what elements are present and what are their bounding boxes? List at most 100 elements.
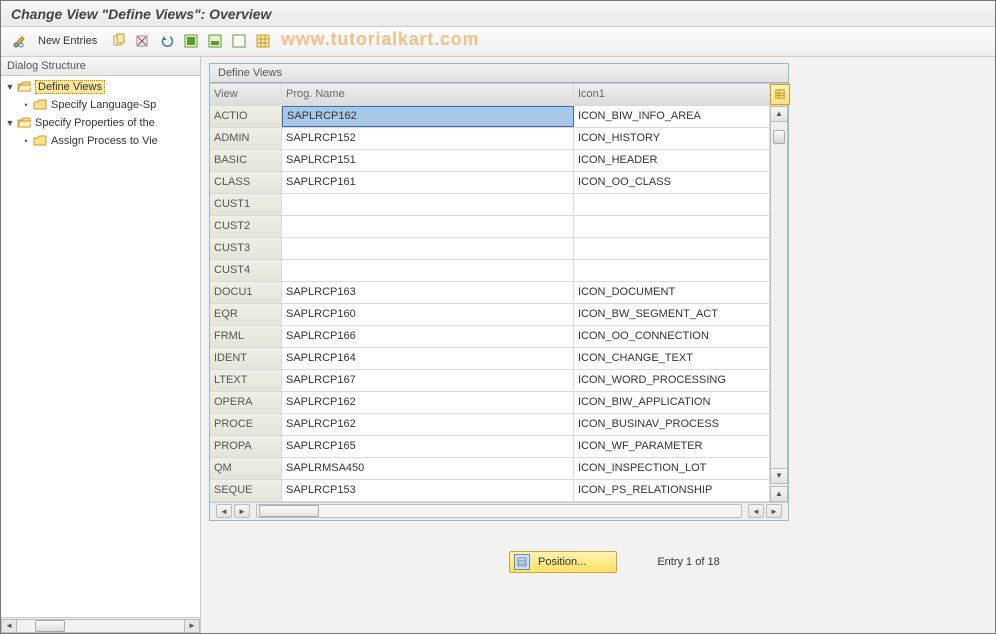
table-row[interactable]: CUST3 bbox=[210, 238, 770, 260]
cell-view[interactable]: OPERA bbox=[210, 392, 282, 413]
cell-prog-name[interactable]: SAPLRCP161 bbox=[282, 172, 574, 193]
cell-prog-name[interactable]: SAPLRCP162 bbox=[282, 106, 574, 127]
cell-icon1[interactable]: ICON_BIW_APPLICATION bbox=[574, 392, 770, 413]
table-row[interactable]: OPERASAPLRCP162ICON_BIW_APPLICATION bbox=[210, 392, 770, 414]
cell-prog-name[interactable]: SAPLRCP153 bbox=[282, 480, 574, 501]
position-button[interactable]: Position... bbox=[509, 551, 617, 573]
cell-prog-name[interactable]: SAPLRMSA450 bbox=[282, 458, 574, 479]
cell-view[interactable]: QM bbox=[210, 458, 282, 479]
cell-view[interactable]: FRML bbox=[210, 326, 282, 347]
table-row[interactable]: IDENTSAPLRCP164ICON_CHANGE_TEXT bbox=[210, 348, 770, 370]
caret-down-icon[interactable]: ▼ bbox=[5, 82, 15, 92]
cell-view[interactable]: ADMIN bbox=[210, 128, 282, 149]
select-block-button[interactable] bbox=[206, 32, 224, 50]
hs-track[interactable] bbox=[256, 504, 742, 518]
table-row[interactable]: CUST2 bbox=[210, 216, 770, 238]
scroll-right-button[interactable]: ► bbox=[184, 619, 200, 633]
tree-node[interactable]: ▼Specify Properties of the bbox=[1, 114, 200, 132]
cell-prog-name[interactable] bbox=[282, 260, 574, 281]
cell-icon1[interactable]: ICON_WF_PARAMETER bbox=[574, 436, 770, 457]
table-row[interactable]: CLASSSAPLRCP161ICON_OO_CLASS bbox=[210, 172, 770, 194]
table-row[interactable]: EQRSAPLRCP160ICON_BW_SEGMENT_ACT bbox=[210, 304, 770, 326]
cell-view[interactable]: PROPA bbox=[210, 436, 282, 457]
cell-icon1[interactable]: ICON_WORD_PROCESSING bbox=[574, 370, 770, 391]
column-header-prog-name[interactable]: Prog. Name bbox=[282, 84, 574, 105]
cell-icon1[interactable] bbox=[574, 216, 770, 237]
scroll-thumb[interactable] bbox=[35, 620, 65, 632]
cell-prog-name[interactable]: SAPLRCP163 bbox=[282, 282, 574, 303]
cell-view[interactable]: EQR bbox=[210, 304, 282, 325]
scroll-up-button[interactable]: ▲ bbox=[770, 106, 788, 122]
cell-view[interactable]: CUST2 bbox=[210, 216, 282, 237]
cell-view[interactable]: CLASS bbox=[210, 172, 282, 193]
select-all-button[interactable] bbox=[182, 32, 200, 50]
cell-view[interactable]: IDENT bbox=[210, 348, 282, 369]
cell-icon1[interactable]: ICON_OO_CONNECTION bbox=[574, 326, 770, 347]
cell-prog-name[interactable]: SAPLRCP162 bbox=[282, 392, 574, 413]
tree-node[interactable]: •Specify Language-Sp bbox=[1, 96, 200, 114]
table-row[interactable]: LTEXTSAPLRCP167ICON_WORD_PROCESSING bbox=[210, 370, 770, 392]
tree-node[interactable]: ▼Define Views bbox=[1, 78, 200, 96]
table-row[interactable]: PROPASAPLRCP165ICON_WF_PARAMETER bbox=[210, 436, 770, 458]
table-row[interactable]: ACTIOSAPLRCP162ICON_BIW_INFO_AREA bbox=[210, 106, 770, 128]
table-configure-button[interactable] bbox=[770, 84, 790, 105]
table-row[interactable]: DOCU1SAPLRCP163ICON_DOCUMENT bbox=[210, 282, 770, 304]
cell-icon1[interactable]: ICON_BIW_INFO_AREA bbox=[574, 106, 770, 127]
cell-icon1[interactable] bbox=[574, 238, 770, 259]
grid-horizontal-scrollbar[interactable]: ◄ ► ◄ ► bbox=[210, 502, 788, 520]
cell-view[interactable]: LTEXT bbox=[210, 370, 282, 391]
scroll-left-button[interactable]: ◄ bbox=[1, 619, 17, 633]
tree-node[interactable]: •Assign Process to Vie bbox=[1, 132, 200, 150]
column-header-view[interactable]: View bbox=[210, 84, 282, 105]
sidebar-horizontal-scrollbar[interactable]: ◄ ► bbox=[1, 617, 200, 633]
cell-prog-name[interactable] bbox=[282, 194, 574, 215]
undo-button[interactable] bbox=[158, 32, 176, 50]
cell-icon1[interactable]: ICON_INSPECTION_LOT bbox=[574, 458, 770, 479]
cell-prog-name[interactable]: SAPLRCP160 bbox=[282, 304, 574, 325]
cell-view[interactable]: DOCU1 bbox=[210, 282, 282, 303]
delete-button[interactable] bbox=[134, 32, 152, 50]
cell-icon1[interactable]: ICON_CHANGE_TEXT bbox=[574, 348, 770, 369]
caret-down-icon[interactable]: ▼ bbox=[5, 118, 15, 128]
bullet-icon[interactable]: • bbox=[21, 100, 31, 110]
table-row[interactable]: ADMINSAPLRCP152ICON_HISTORY bbox=[210, 128, 770, 150]
cell-icon1[interactable] bbox=[574, 260, 770, 281]
hs-first-button[interactable]: ◄ bbox=[216, 504, 232, 518]
table-row[interactable]: SEQUESAPLRCP153ICON_PS_RELATIONSHIP bbox=[210, 480, 770, 502]
cell-prog-name[interactable]: SAPLRCP164 bbox=[282, 348, 574, 369]
table-row[interactable]: FRMLSAPLRCP166ICON_OO_CONNECTION bbox=[210, 326, 770, 348]
vscroll-track[interactable] bbox=[770, 122, 788, 468]
cell-prog-name[interactable]: SAPLRCP165 bbox=[282, 436, 574, 457]
cell-view[interactable]: PROCE bbox=[210, 414, 282, 435]
cell-prog-name[interactable]: SAPLRCP167 bbox=[282, 370, 574, 391]
toggle-display-change-button[interactable] bbox=[11, 32, 29, 50]
copy-as-button[interactable] bbox=[110, 32, 128, 50]
cell-prog-name[interactable]: SAPLRCP151 bbox=[282, 150, 574, 171]
cell-prog-name[interactable] bbox=[282, 238, 574, 259]
scroll-track[interactable] bbox=[17, 619, 184, 633]
cell-prog-name[interactable]: SAPLRCP152 bbox=[282, 128, 574, 149]
vscroll-thumb[interactable] bbox=[773, 130, 785, 144]
column-header-icon1[interactable]: Icon1 bbox=[574, 84, 770, 105]
cell-icon1[interactable]: ICON_PS_RELATIONSHIP bbox=[574, 480, 770, 501]
table-row[interactable]: BASICSAPLRCP151ICON_HEADER bbox=[210, 150, 770, 172]
cell-icon1[interactable]: ICON_HEADER bbox=[574, 150, 770, 171]
table-row[interactable]: PROCESAPLRCP162ICON_BUSINAV_PROCESS bbox=[210, 414, 770, 436]
dialog-structure-tree[interactable]: ▼Define Views•Specify Language-Sp▼Specif… bbox=[1, 76, 200, 617]
cell-view[interactable]: CUST3 bbox=[210, 238, 282, 259]
cell-prog-name[interactable] bbox=[282, 216, 574, 237]
cell-icon1[interactable]: ICON_HISTORY bbox=[574, 128, 770, 149]
cell-prog-name[interactable]: SAPLRCP166 bbox=[282, 326, 574, 347]
cell-view[interactable]: CUST1 bbox=[210, 194, 282, 215]
cell-icon1[interactable]: ICON_OO_CLASS bbox=[574, 172, 770, 193]
table-row[interactable]: CUST1 bbox=[210, 194, 770, 216]
scroll-up-alt-button[interactable]: ▲ bbox=[770, 486, 788, 502]
print-button[interactable] bbox=[254, 32, 272, 50]
grid-vertical-scrollbar[interactable]: ▲ ▼ ▲ bbox=[770, 106, 788, 502]
new-entries-button[interactable]: New Entries bbox=[35, 31, 104, 51]
cell-view[interactable]: CUST4 bbox=[210, 260, 282, 281]
hs-thumb[interactable] bbox=[259, 505, 319, 517]
cell-prog-name[interactable]: SAPLRCP162 bbox=[282, 414, 574, 435]
hs-next-button[interactable]: ◄ bbox=[748, 504, 764, 518]
cell-icon1[interactable]: ICON_DOCUMENT bbox=[574, 282, 770, 303]
